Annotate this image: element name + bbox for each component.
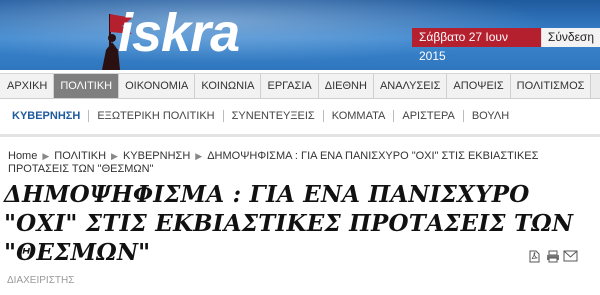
breadcrumb-home[interactable]: Home — [8, 150, 37, 162]
breadcrumb: Home ▶ ΠΟΛΙΤΙΚΗ ▶ ΚΥΒΕΡΝΗΣΗ ▶ ΔΗΜΟΨΗΦΙΣΜΑ : ΓΙ… — [8, 150, 590, 176]
date-day: Σάββατο — [419, 30, 466, 44]
divider — [0, 134, 600, 137]
nav-item-analyses[interactable]: ΑΝΑΛΥΣΕΙΣ — [373, 74, 448, 98]
site-logo[interactable]: iskra — [118, 0, 240, 66]
date-login-bar: Σάββατο 27 Ιουν 2015 Σύνδεση — [412, 28, 600, 63]
article-title: ΔΗΜΟΨΗΦΙΣΜΑ : ΓΙΑ ΕΝΑ ΠΑΝΙΣΧΥΡΟ "ΟΧΙ" ΣΤ… — [4, 181, 574, 266]
pdf-icon[interactable] — [527, 249, 542, 263]
print-icon[interactable] — [545, 249, 560, 263]
breadcrumb-separator-icon: ▶ — [42, 151, 50, 161]
site-header: iskra Σάββατο 27 Ιουν 2015 Σύνδεση — [0, 0, 600, 70]
sub-nav: ΚΥΒΕΡΝΗΣΗ ΕΞΩΤΕΡΙΚΗ ΠΟΛΙΤΙΚΗ ΣΥΝΕΝΤΕΥΞΕΙ… — [0, 104, 600, 128]
nav-item-home[interactable]: ΑΡΧΙΚΗ — [0, 74, 55, 98]
subnav-item-foreign-policy[interactable]: ΕΞΩΤΕΡΙΚΗ ΠΟΛΙΤΙΚΗ — [88, 110, 222, 122]
nav-item-economy[interactable]: ΟΙΚΟΝΟΜΙΑ — [119, 74, 196, 98]
main-nav: ΑΡΧΙΚΗ ΠΟΛΙΤΙΚΗ ΟΙΚΟΝΟΜΙΑ ΚΟΙΝΩΝΙΑ ΕΡΓΑΣ… — [0, 73, 600, 99]
login-link[interactable]: Σύνδεση — [540, 28, 600, 47]
email-icon[interactable] — [563, 249, 578, 263]
article-author[interactable]: ΔΙΑΧΕΙΡΙΣΤΗΣ — [7, 275, 74, 286]
subnav-item-government[interactable]: ΚΥΒΕΡΝΗΣΗ — [12, 110, 88, 122]
nav-item-culture[interactable]: ΠΟΛΙΤΙΣΜΟΣ — [510, 74, 592, 98]
subnav-item-parties[interactable]: ΚΟΜΜΑΤΑ — [322, 110, 394, 122]
nav-item-international[interactable]: ΔΙΕΘΝΗ — [318, 74, 374, 98]
breadcrumb-separator-icon: ▶ — [195, 151, 203, 161]
article-tools — [527, 249, 578, 263]
breadcrumb-section[interactable]: ΠΟΛΙΤΙΚΗ — [54, 150, 106, 162]
breadcrumb-separator-icon: ▶ — [111, 151, 118, 161]
breadcrumb-subsection[interactable]: ΚΥΒΕΡΝΗΣΗ — [123, 150, 190, 162]
nav-item-opinions[interactable]: ΑΠΟΨΕΙΣ — [447, 74, 511, 98]
subnav-item-parliament[interactable]: ΒΟΥΛΗ — [462, 110, 517, 122]
nav-item-society[interactable]: ΚΟΙΝΩΝΙΑ — [195, 74, 262, 98]
nav-item-labour[interactable]: ΕΡΓΑΣΙΑ — [261, 74, 319, 98]
nav-item-politics[interactable]: ΠΟΛΙΤΙΚΗ — [54, 74, 120, 98]
subnav-item-left[interactable]: ΑΡΙΣΤΕΡΑ — [393, 110, 462, 122]
subnav-item-interviews[interactable]: ΣΥΝΕΝΤΕΥΞΕΙΣ — [222, 110, 323, 122]
date-display: Σάββατο 27 Ιουν 2015 — [412, 28, 541, 63]
